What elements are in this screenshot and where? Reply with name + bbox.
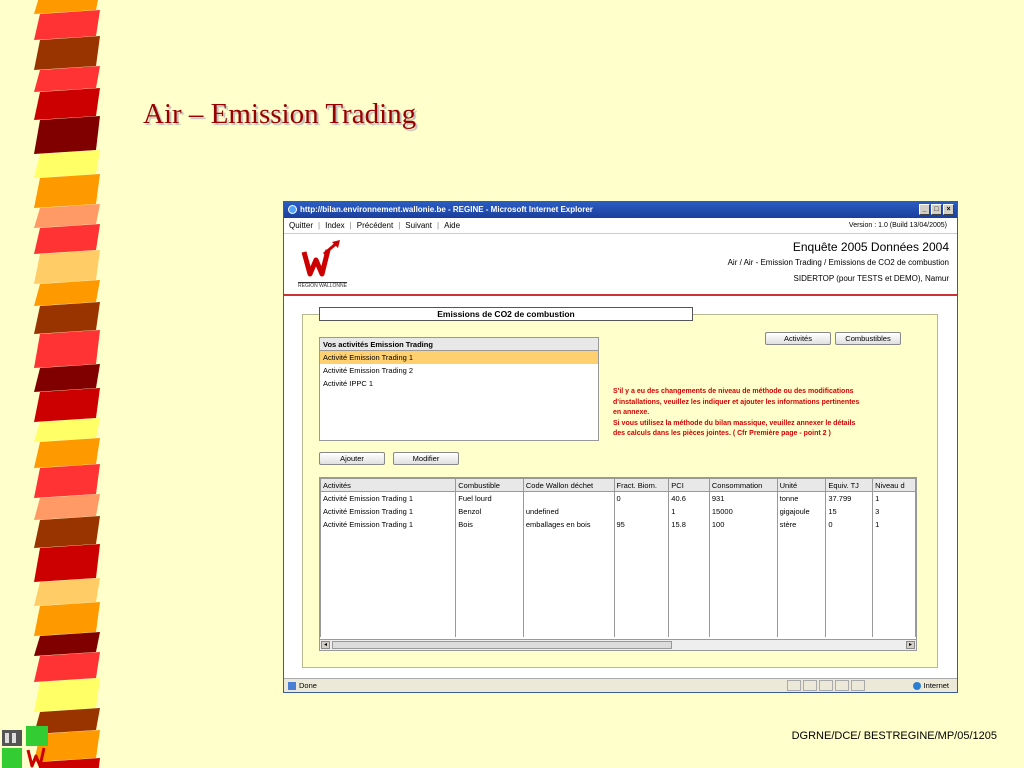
scroll-left-icon[interactable]: ◂ <box>321 641 330 649</box>
horizontal-scrollbar[interactable]: ◂ ▸ <box>320 639 916 650</box>
region-wallonne-logo: RÉGION WALLONNE <box>298 240 362 290</box>
page-title: Enquête 2005 Données 2004 <box>792 240 949 254</box>
column-header[interactable]: Niveau d <box>872 478 916 492</box>
panel-title: Emissions de CO2 de combustion <box>319 307 693 321</box>
table-cell: Activité Emission Trading 1 <box>320 504 457 518</box>
logo-text: RÉGION WALLONNE <box>298 282 347 289</box>
table-cell: 0 <box>613 491 670 505</box>
decorative-stripe <box>0 0 110 768</box>
emissions-table: Activités Combustible Code Wallon déchet… <box>319 477 917 651</box>
modifier-button[interactable]: Modifier <box>393 452 459 465</box>
table-cell: 40.6 <box>668 491 710 505</box>
table-cell: Bois <box>455 517 524 531</box>
table-cell: emballages en bois <box>522 517 615 531</box>
table-cell: 95 <box>613 517 670 531</box>
table-cell: tonne <box>776 491 827 505</box>
table-cell: undefined <box>522 504 615 518</box>
table-cell <box>522 491 615 505</box>
zone-indicator: Internet <box>912 679 949 692</box>
table-cell: Benzol <box>455 504 524 518</box>
app-header: RÉGION WALLONNE Enquête 2005 Données 200… <box>284 234 957 296</box>
close-button[interactable]: × <box>943 204 954 215</box>
table-cell: Fuel lourd <box>455 491 524 505</box>
activities-list: Vos activités Emission Trading Activité … <box>319 337 599 441</box>
scroll-right-icon[interactable]: ▸ <box>906 641 915 649</box>
table-cell: 37.799 <box>825 491 874 505</box>
table-cell: 1 <box>872 517 916 531</box>
emissions-panel: Emissions de CO2 de combustion Vos activ… <box>302 307 938 668</box>
table-cell: 1 <box>872 491 916 505</box>
activites-button[interactable]: Activités <box>765 332 831 345</box>
table-cell: 15000 <box>708 504 778 518</box>
activities-list-header: Vos activités Emission Trading <box>320 338 598 351</box>
table-cell: Activité Emission Trading 1 <box>320 491 457 505</box>
slide-title: Air – Emission Trading <box>143 98 417 130</box>
breadcrumb: Air / Air - Emission Trading / Emissions… <box>727 258 949 267</box>
status-text: Done <box>299 681 317 690</box>
list-item[interactable]: Activité Emission Trading 2 <box>320 364 598 377</box>
table-cell: 15 <box>825 504 874 518</box>
browser-window: http://bilan.environnement.wallonie.be -… <box>283 201 958 693</box>
scrollbar-thumb[interactable] <box>332 641 672 649</box>
column-header[interactable]: Unité <box>776 478 827 492</box>
table-cell: 3 <box>872 504 916 518</box>
organisation-label: SIDERTOP (pour TESTS et DEMO), Namur <box>793 274 949 283</box>
warning-line: en annexe. <box>613 409 650 416</box>
warning-line: S'il y a eu des changements de niveau de… <box>613 388 854 395</box>
window-title: http://bilan.environnement.wallonie.be -… <box>300 205 593 214</box>
menu-index[interactable]: Index <box>325 221 345 230</box>
column-header[interactable]: Combustible <box>455 478 524 492</box>
app-menubar: Quitter | Index | Précédent | Suivant | Aide Ver… <box>284 218 957 234</box>
menu-quitter[interactable]: Quitter <box>289 221 313 230</box>
table-row[interactable]: Activité Emission Trading 1 Bois emballa… <box>320 517 916 531</box>
menu-aide[interactable]: Aide <box>444 221 460 230</box>
table-cell: gigajoule <box>776 504 827 518</box>
maximize-button[interactable]: □ <box>931 204 942 215</box>
globe-icon <box>912 682 921 691</box>
footer-reference: DGRNE/DCE/ BESTREGINE/MP/05/1205 <box>791 730 997 742</box>
minimize-button[interactable]: _ <box>919 204 930 215</box>
footer-logo <box>2 724 54 768</box>
zone-label: Internet <box>923 681 949 690</box>
table-cell <box>613 504 670 518</box>
table-row[interactable]: Activité Emission Trading 1 Fuel lourd 0… <box>320 491 916 505</box>
column-header[interactable]: Activités <box>320 478 457 492</box>
version-label: Version : 1.0 (Build 13/04/2005) <box>848 222 947 229</box>
column-header[interactable]: Consommation <box>708 478 778 492</box>
warning-text: S'il y a eu des changements de niveau de… <box>613 387 913 440</box>
table-cell: 100 <box>708 517 778 531</box>
status-bar: Done Internet <box>284 678 957 692</box>
menu-suivant[interactable]: Suivant <box>405 221 432 230</box>
ie-icon <box>288 205 297 215</box>
warning-line: des calculs dans les pièces jointes. ( C… <box>613 430 831 437</box>
column-header[interactable]: Code Wallon déchet <box>522 478 615 492</box>
table-cell: 1 <box>668 504 710 518</box>
warning-line: Si vous utilisez la méthode du bilan mas… <box>613 419 856 427</box>
list-item[interactable]: Activité Emission Trading 1 <box>320 351 598 364</box>
combustibles-button[interactable]: Combustibles <box>835 332 901 345</box>
list-item[interactable]: Activité IPPC 1 <box>320 377 598 390</box>
table-cell: Activité Emission Trading 1 <box>320 517 457 531</box>
window-titlebar[interactable]: http://bilan.environnement.wallonie.be -… <box>284 202 957 218</box>
warning-line: d'installations, veuillez les indiquer e… <box>613 398 860 406</box>
ajouter-button[interactable]: Ajouter <box>319 452 385 465</box>
table-cell: 0 <box>825 517 874 531</box>
column-header[interactable]: Fract. Biom. <box>613 478 670 492</box>
column-header[interactable]: Equiv. TJ <box>825 478 874 492</box>
column-header[interactable]: PCI <box>668 478 710 492</box>
page-icon <box>288 682 296 691</box>
table-cell: 931 <box>708 491 778 505</box>
table-cell: stère <box>776 517 827 531</box>
table-row[interactable]: Activité Emission Trading 1 Benzol undef… <box>320 504 916 518</box>
table-cell: 15.8 <box>668 517 710 531</box>
menu-precedent[interactable]: Précédent <box>357 221 393 230</box>
